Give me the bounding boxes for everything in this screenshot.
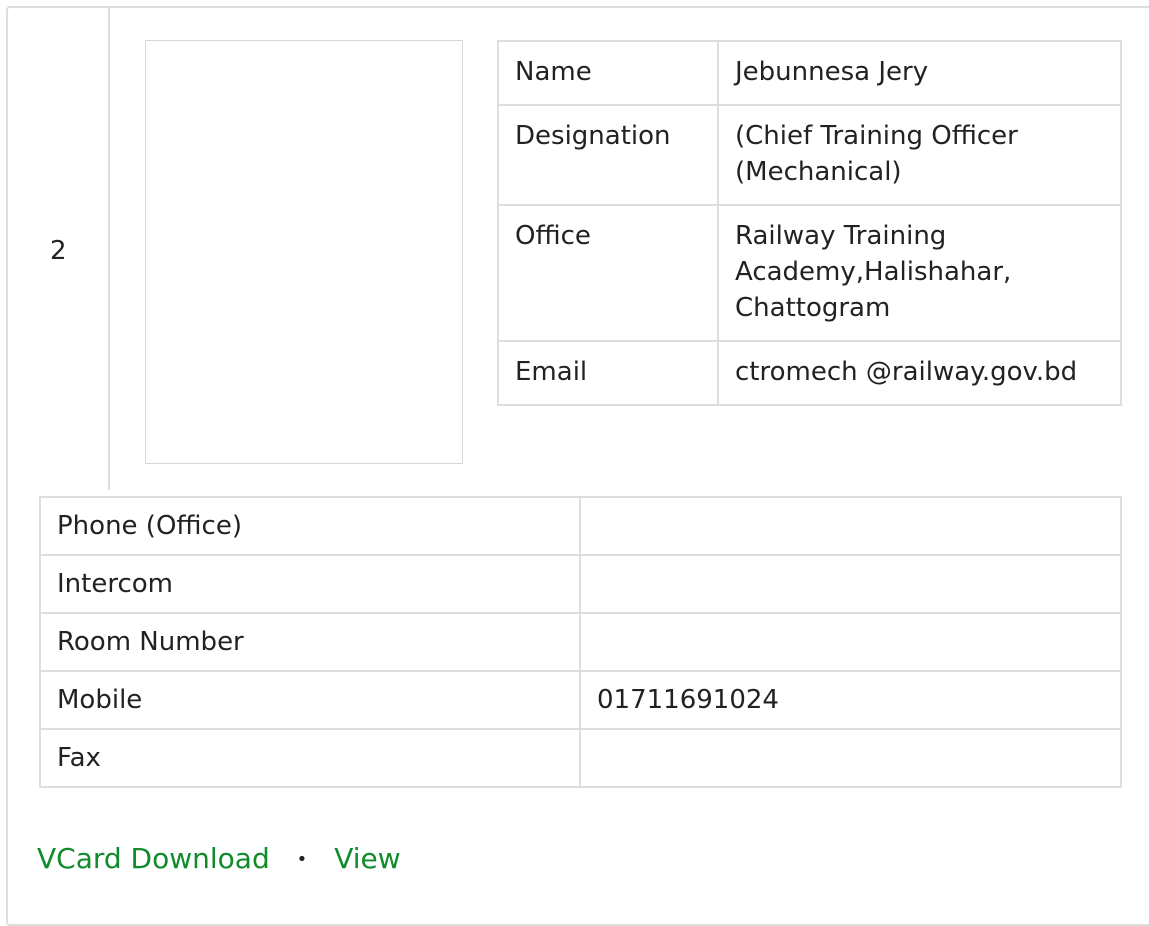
- table-row: Office Railway Training Academy,Halishah…: [497, 204, 1122, 342]
- fax-value: [579, 728, 1122, 788]
- office-value: Railway Training Academy,Halishahar, Cha…: [717, 204, 1122, 342]
- fax-label: Fax: [39, 728, 581, 788]
- office-label: Office: [497, 204, 719, 342]
- mobile-label: Mobile: [39, 670, 581, 730]
- phone-office-label: Phone (Office): [39, 496, 581, 556]
- email-label: Email: [497, 340, 719, 406]
- table-row: Intercom: [39, 554, 1122, 614]
- designation-label: Designation: [497, 104, 719, 206]
- vcard-download-link[interactable]: VCard Download: [37, 842, 270, 875]
- name-label: Name: [497, 40, 719, 106]
- intercom-value: [579, 554, 1122, 614]
- room-number-label: Room Number: [39, 612, 581, 672]
- table-row: Mobile 01711691024: [39, 670, 1122, 730]
- table-row: Name Jebunnesa Jery: [497, 40, 1122, 106]
- table-row: Fax: [39, 728, 1122, 788]
- table-row: Designation (Chief Training Officer (Mec…: [497, 104, 1122, 206]
- profile-photo-placeholder: [145, 40, 463, 464]
- room-number-value: [579, 612, 1122, 672]
- intercom-label: Intercom: [39, 554, 581, 614]
- table-row: Phone (Office): [39, 496, 1122, 556]
- table-row: Email ctromech @railway.gov.bd: [497, 340, 1122, 406]
- mobile-value: 01711691024: [579, 670, 1122, 730]
- card-actions: VCard Download • View: [37, 842, 401, 877]
- designation-value: (Chief Training Officer (Mechanical): [717, 104, 1122, 206]
- view-link[interactable]: View: [334, 842, 400, 875]
- name-value: Jebunnesa Jery: [717, 40, 1122, 106]
- profile-info-table: Name Jebunnesa Jery Designation (Chief T…: [497, 40, 1122, 406]
- serial-number: 2: [50, 236, 67, 266]
- email-value: ctromech @railway.gov.bd: [717, 340, 1122, 406]
- link-separator: •: [296, 849, 308, 870]
- contact-info-table: Phone (Office) Intercom Room Number Mobi…: [39, 496, 1122, 788]
- table-row: Room Number: [39, 612, 1122, 672]
- phone-office-value: [579, 496, 1122, 556]
- serial-column-divider: [108, 6, 110, 490]
